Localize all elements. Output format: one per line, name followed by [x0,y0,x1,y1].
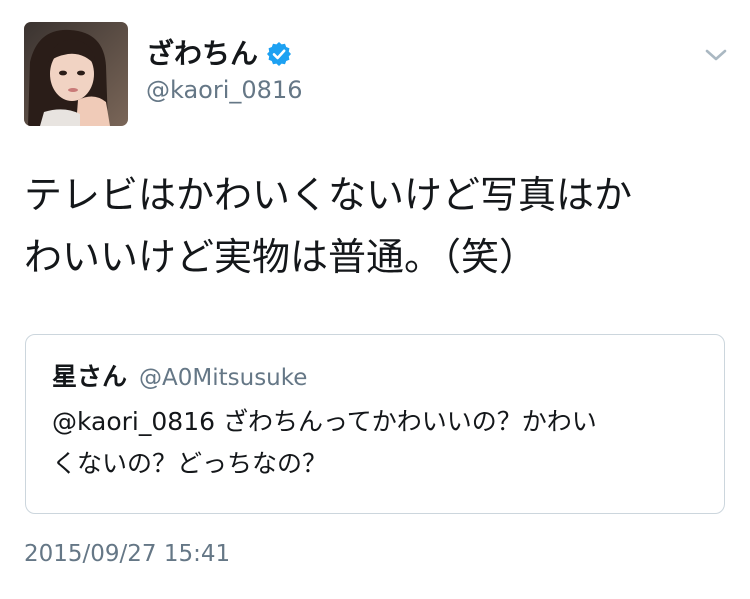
tweet-text: テレビはかわいくないけど写真はか わいいけど実物は普通。（笑） [24,173,633,279]
verified-badge-icon [266,41,292,67]
author-name-row[interactable]: ざわちん [146,34,292,74]
chevron-down-icon[interactable] [702,44,730,66]
author-handle[interactable]: @kaori_0816 [146,74,302,106]
quoted-tweet-text: @kaori_0816 ざわちんってかわいいの？かわい くないの？どっちなの？ [52,407,597,478]
tweet-timestamp[interactable]: 2015/09/27 15:41 [24,538,230,570]
quoted-tweet-card[interactable]: 星さん @A0Mitsusuke @kaori_0816 ざわちんってかわいいの… [25,334,725,514]
quoted-author-handle: @A0Mitsusuke [139,365,308,391]
profile-photo [24,22,128,126]
quoted-author-name: 星さん [52,362,128,391]
author-display-name[interactable]: ざわちん [146,34,258,74]
avatar[interactable] [24,22,128,126]
quoted-tweet-header: 星さん @A0Mitsusuke [52,357,307,393]
